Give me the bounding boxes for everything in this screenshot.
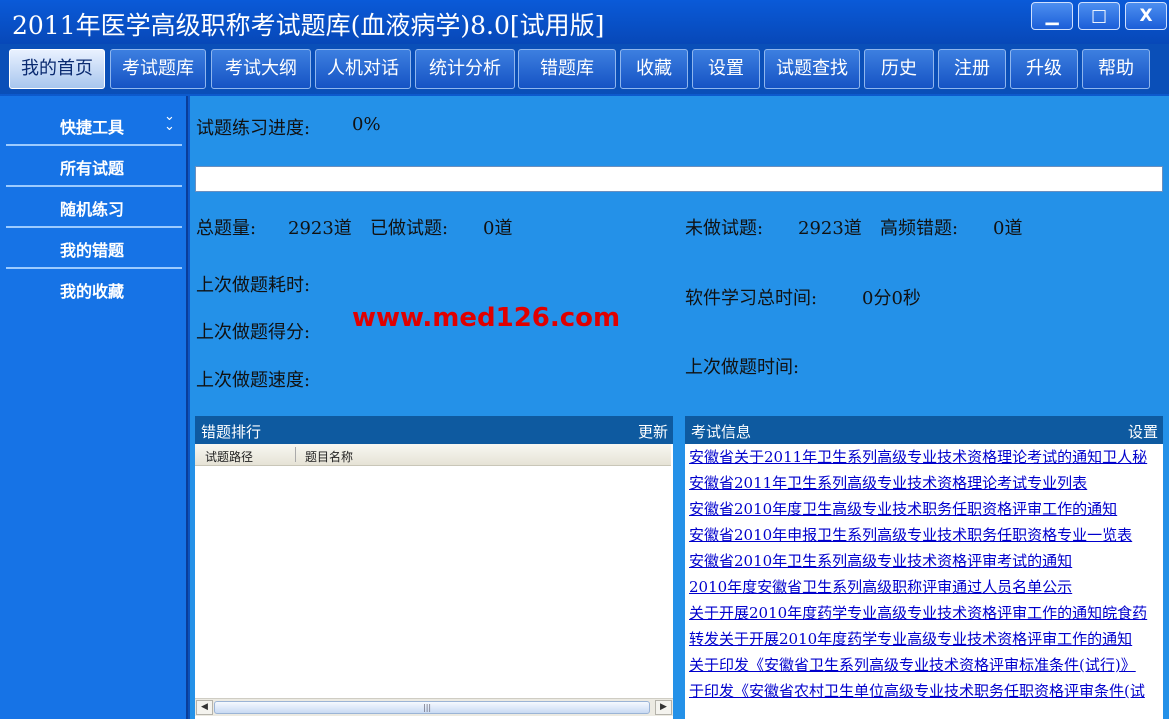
refresh-link[interactable]: 更新 bbox=[638, 421, 668, 442]
title-bar: 2011年医学高级职称考试题库(血液病学)8.0[试用版] ▁ □ X bbox=[0, 0, 1169, 44]
grip-icon: ||| bbox=[423, 703, 432, 712]
exam-info-title: 考试信息 bbox=[691, 423, 752, 441]
news-link[interactable]: 安徽省2010年申报卫生系列高级专业技术职务任职资格专业一览表 bbox=[689, 524, 1132, 545]
column-divider[interactable] bbox=[295, 447, 296, 462]
sidebar-item-my-wrong[interactable]: 我的错题 bbox=[6, 226, 182, 266]
news-link[interactable]: 转发关于开展2010年度药学专业高级专业技术资格评审工作的通知 bbox=[689, 628, 1132, 649]
last-time-label: 上次做题时间: bbox=[685, 357, 800, 378]
frequent-wrong-value: 0道 bbox=[993, 218, 1023, 239]
menu-settings[interactable]: 设置 bbox=[692, 49, 760, 89]
done-label: 已做试题: bbox=[370, 218, 449, 239]
news-link[interactable]: 安徽省关于2011年卫生系列高级专业技术资格理论考试的通知卫人秘 bbox=[689, 446, 1147, 467]
sidebar-item-label: 随机练习 bbox=[60, 200, 125, 219]
watermark-text: www.med126.com bbox=[352, 303, 621, 333]
frequent-wrong-label: 高频错题: bbox=[880, 218, 959, 239]
last-score-label: 上次做题得分: bbox=[196, 322, 311, 343]
menu-question-bank[interactable]: 考试题库 bbox=[110, 49, 206, 89]
news-link[interactable]: 关于开展2010年度药学专业高级专业技术资格评审工作的通知皖食药 bbox=[689, 602, 1147, 623]
sidebar-header[interactable]: 快捷工具 ⌄ ⌄ bbox=[6, 102, 182, 142]
last-speed-label: 上次做题速度: bbox=[196, 370, 311, 391]
menu-home[interactable]: 我的首页 bbox=[9, 49, 105, 89]
table-header: 试题路径 题目名称 bbox=[195, 444, 671, 466]
news-link[interactable]: 安徽省2011年卫生系列高级专业技术资格理论考试专业列表 bbox=[689, 472, 1087, 493]
progress-label: 试题练习进度: bbox=[196, 118, 311, 139]
menu-history[interactable]: 历史 bbox=[864, 49, 934, 89]
menu-favorites[interactable]: 收藏 bbox=[620, 49, 688, 89]
column-header-name[interactable]: 题目名称 bbox=[305, 448, 353, 465]
minimize-button[interactable]: ▁ bbox=[1031, 2, 1073, 30]
news-link[interactable]: 安徽省2010年卫生系列高级专业技术资格评审考试的通知 bbox=[689, 550, 1072, 571]
news-link[interactable]: 安徽省2010年度卫生高级专业技术职务任职资格评审工作的通知 bbox=[689, 498, 1117, 519]
chevron-double-down-icon[interactable]: ⌄ ⌄ bbox=[164, 110, 175, 133]
undone-label: 未做试题: bbox=[685, 218, 764, 239]
close-button[interactable]: X bbox=[1125, 2, 1167, 30]
menu-exam-outline[interactable]: 考试大纲 bbox=[211, 49, 311, 89]
sidebar-header-label: 快捷工具 bbox=[60, 118, 125, 137]
app-window: 2011年医学高级职称考试题库(血液病学)8.0[试用版] ▁ □ X 我的首页… bbox=[0, 0, 1169, 719]
sidebar-item-label: 所有试题 bbox=[60, 159, 125, 178]
sidebar-item-label: 我的错题 bbox=[60, 241, 125, 260]
done-value: 0道 bbox=[483, 218, 513, 239]
main-panel: 试题练习进度: 0% 总题量: 2923道 已做试题: 0道 未做试题: 292… bbox=[190, 96, 1169, 719]
scroll-left-icon[interactable]: ◀ bbox=[196, 700, 213, 715]
undone-value: 2923道 bbox=[798, 218, 862, 239]
exam-info-list: 安徽省关于2011年卫生系列高级专业技术资格理论考试的通知卫人秘 安徽省2011… bbox=[685, 444, 1163, 719]
total-study-time-label: 软件学习总时间: bbox=[685, 288, 818, 309]
wrong-ranking-list[interactable]: 试题路径 题目名称 ◀ ||| ▶ bbox=[195, 444, 673, 719]
progress-bar bbox=[195, 166, 1163, 192]
news-link[interactable]: 关于印发《安徽省卫生系列高级专业技术资格评审标准条件(试行)》 bbox=[689, 654, 1136, 675]
total-label: 总题量: bbox=[196, 218, 257, 239]
menu-dialogue[interactable]: 人机对话 bbox=[315, 49, 411, 89]
column-header-path[interactable]: 试题路径 bbox=[205, 448, 253, 465]
sidebar-item-random-practice[interactable]: 随机练习 bbox=[6, 185, 182, 225]
menu-bar: 我的首页 考试题库 考试大纲 人机对话 统计分析 错题库 收藏 设置 试题查找 … bbox=[0, 44, 1169, 94]
scroll-right-icon[interactable]: ▶ bbox=[655, 700, 672, 715]
horizontal-scrollbar[interactable]: ◀ ||| ▶ bbox=[195, 698, 673, 716]
wrong-ranking-title: 错题排行 bbox=[201, 423, 262, 441]
news-link[interactable]: 2010年度安徽省卫生系列高级职称评审通过人员名单公示 bbox=[689, 576, 1072, 597]
window-title: 2011年医学高级职称考试题库(血液病学)8.0[试用版] bbox=[12, 11, 605, 40]
menu-wrong-bank[interactable]: 错题库 bbox=[518, 49, 616, 89]
menu-statistics[interactable]: 统计分析 bbox=[415, 49, 515, 89]
news-link[interactable]: 于印发《安徽省农村卫生单位高级专业技术职务任职资格评审条件(试 bbox=[689, 680, 1145, 701]
sidebar-item-label: 我的收藏 bbox=[60, 282, 125, 301]
maximize-button[interactable]: □ bbox=[1078, 2, 1120, 30]
exam-info-settings-link[interactable]: 设置 bbox=[1128, 421, 1158, 442]
menu-search[interactable]: 试题查找 bbox=[764, 49, 860, 89]
sidebar-item-my-favorites[interactable]: 我的收藏 bbox=[6, 267, 182, 307]
wrong-ranking-header: 错题排行 更新 bbox=[195, 416, 673, 444]
exam-info-header: 考试信息 设置 bbox=[685, 416, 1163, 444]
progress-value: 0% bbox=[352, 114, 381, 135]
last-time-spent-label: 上次做题耗时: bbox=[196, 275, 311, 296]
scroll-thumb[interactable]: ||| bbox=[214, 701, 650, 714]
total-value: 2923道 bbox=[288, 218, 352, 239]
menu-register[interactable]: 注册 bbox=[938, 49, 1006, 89]
sidebar: 快捷工具 ⌄ ⌄ 所有试题 随机练习 我的错题 我的收藏 bbox=[0, 96, 188, 719]
total-study-time-value: 0分0秒 bbox=[862, 288, 921, 309]
menu-upgrade[interactable]: 升级 bbox=[1010, 49, 1078, 89]
sidebar-item-all-questions[interactable]: 所有试题 bbox=[6, 144, 182, 184]
menu-help[interactable]: 帮助 bbox=[1082, 49, 1150, 89]
